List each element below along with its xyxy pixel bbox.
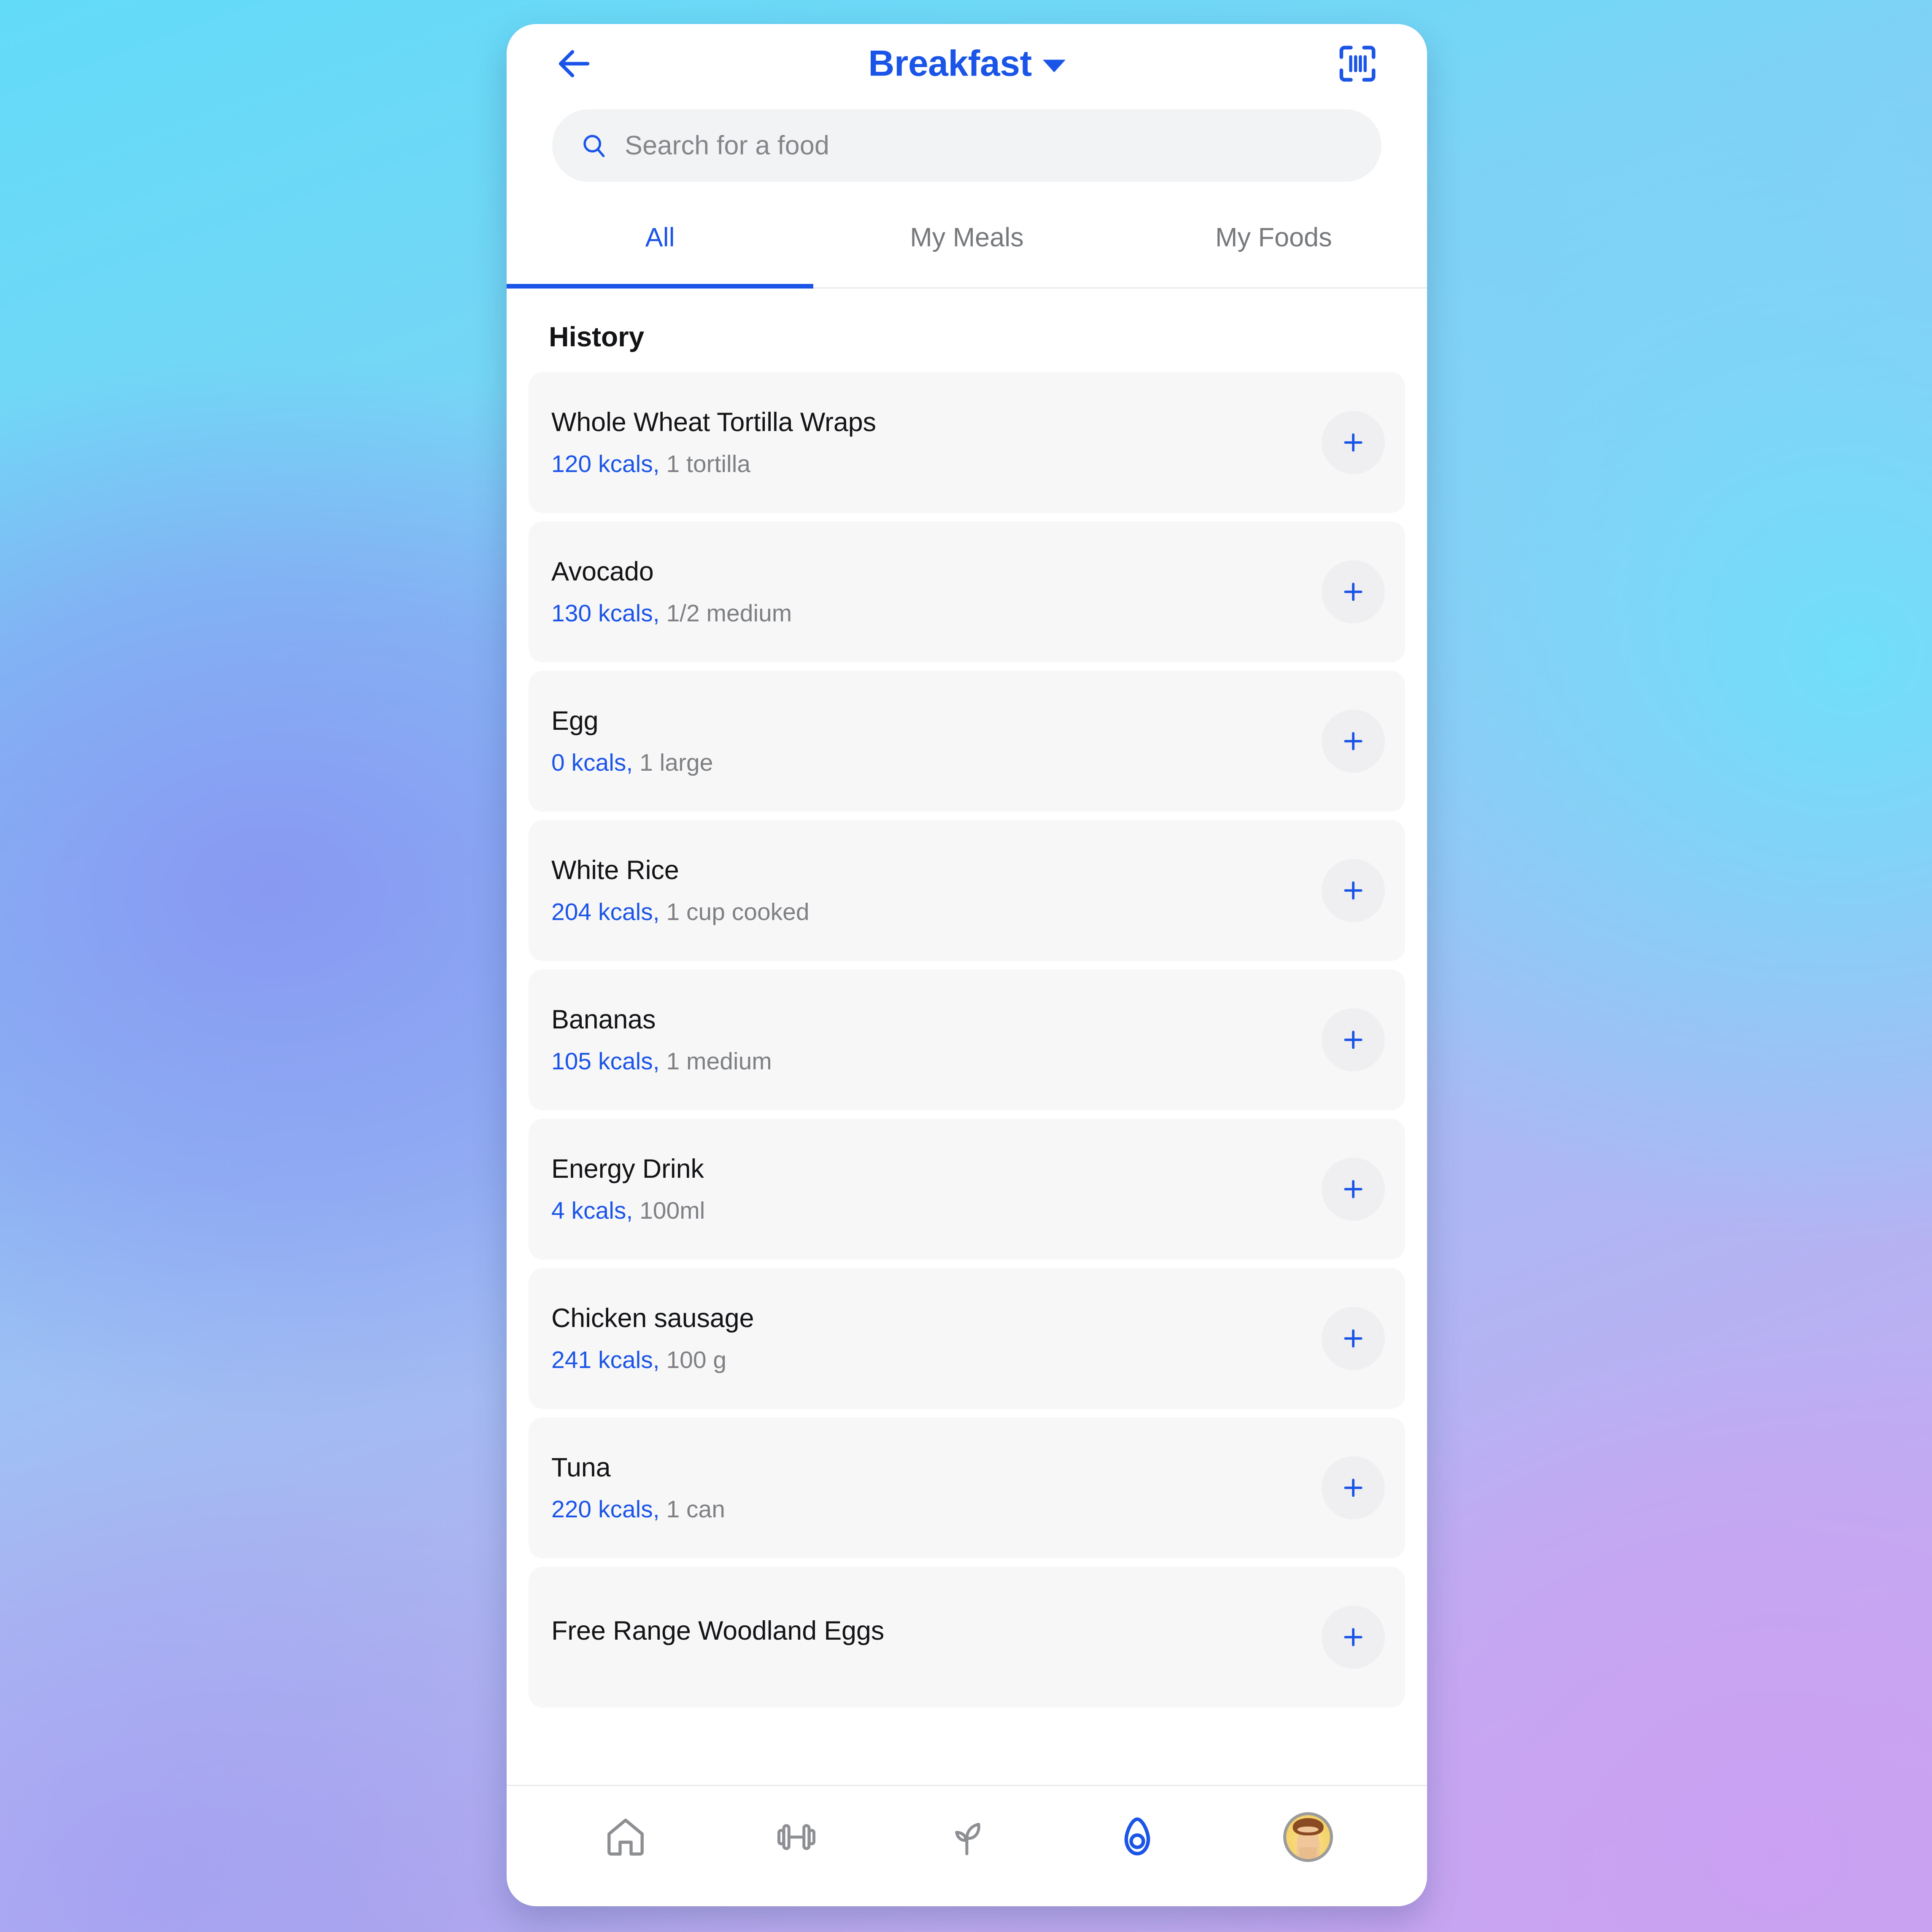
food-serving: 1 cup cooked bbox=[666, 899, 809, 926]
table-row[interactable]: Egg 0 kcals, 1 large bbox=[529, 671, 1405, 812]
food-serving: 1 medium bbox=[666, 1048, 772, 1075]
food-meta: 204 kcals, 1 cup cooked bbox=[551, 898, 1322, 926]
food-calories: 120 kcals, bbox=[551, 451, 660, 478]
table-row[interactable]: Chicken sausage 241 kcals, 100 g bbox=[529, 1268, 1405, 1409]
food-info: Egg 0 kcals, 1 large bbox=[551, 706, 1322, 777]
food-meta: 105 kcals, 1 medium bbox=[551, 1047, 1322, 1075]
food-name: Chicken sausage bbox=[551, 1303, 754, 1333]
barcode-scan-icon bbox=[1339, 46, 1376, 82]
chevron-down-icon bbox=[1042, 59, 1066, 72]
food-name: Tuna bbox=[551, 1453, 611, 1482]
food-name: White Rice bbox=[551, 855, 679, 885]
meal-type-selector[interactable]: Breakfast bbox=[507, 43, 1427, 85]
food-info: Tuna 220 kcals, 1 can bbox=[551, 1452, 1322, 1523]
add-food-button[interactable] bbox=[1322, 1158, 1385, 1221]
add-food-button[interactable] bbox=[1322, 1606, 1385, 1669]
tab-all[interactable]: All bbox=[507, 207, 814, 289]
food-name: Whole Wheat Tortilla Wraps bbox=[551, 407, 876, 437]
food-list[interactable]: History Whole Wheat Tortilla Wraps 120 k… bbox=[507, 289, 1427, 1785]
table-row[interactable]: Tuna 220 kcals, 1 can bbox=[529, 1417, 1405, 1558]
plus-icon bbox=[1344, 881, 1363, 900]
food-serving: 1 can bbox=[666, 1496, 725, 1523]
barcode-scan-button[interactable] bbox=[1332, 38, 1383, 89]
food-serving: 100 g bbox=[666, 1346, 727, 1373]
plus-icon bbox=[1344, 732, 1363, 750]
food-calories: 204 kcals, bbox=[551, 899, 660, 926]
add-food-button[interactable] bbox=[1322, 560, 1385, 623]
dumbbell-icon bbox=[777, 1824, 815, 1850]
food-name: Bananas bbox=[551, 1005, 656, 1034]
plus-icon bbox=[1344, 1479, 1363, 1497]
bottom-navigation bbox=[507, 1785, 1427, 1906]
search-placeholder: Search for a food bbox=[625, 131, 829, 160]
food-meta: 0 kcals, 1 large bbox=[551, 749, 1322, 777]
avatar-neck bbox=[1299, 1847, 1317, 1859]
food-serving: 1 large bbox=[640, 749, 713, 776]
food-info: Bananas 105 kcals, 1 medium bbox=[551, 1004, 1322, 1075]
table-row[interactable]: Bananas 105 kcals, 1 medium bbox=[529, 969, 1405, 1110]
food-calories: 130 kcals, bbox=[551, 600, 660, 627]
nav-item-nutrition[interactable] bbox=[925, 1799, 1009, 1875]
add-food-button[interactable] bbox=[1322, 710, 1385, 773]
tab-bar: All My Meals My Foods bbox=[507, 207, 1427, 289]
add-food-button[interactable] bbox=[1322, 411, 1385, 474]
table-row[interactable]: Energy Drink 4 kcals, 100ml bbox=[529, 1119, 1405, 1260]
section-title-history: History bbox=[549, 321, 644, 352]
food-calories: 220 kcals, bbox=[551, 1496, 660, 1523]
food-serving: 1/2 medium bbox=[666, 600, 792, 627]
search-icon bbox=[583, 135, 605, 157]
table-row[interactable]: Free Range Woodland Eggs bbox=[529, 1567, 1405, 1708]
food-calories: 0 kcals, bbox=[551, 749, 633, 776]
tab-my-foods[interactable]: My Foods bbox=[1120, 207, 1427, 287]
app-header: Breakfast bbox=[507, 24, 1427, 103]
food-meta: 4 kcals, 100ml bbox=[551, 1197, 1322, 1225]
table-row[interactable]: Avocado 130 kcals, 1/2 medium bbox=[529, 521, 1405, 662]
search-zone: Search for a food bbox=[507, 103, 1427, 188]
profile-avatar-icon bbox=[1283, 1812, 1333, 1862]
food-meta: 130 kcals, 1/2 medium bbox=[551, 599, 1322, 627]
food-meta: 241 kcals, 100 g bbox=[551, 1346, 1322, 1374]
food-meta: 120 kcals, 1 tortilla bbox=[551, 450, 1322, 478]
food-info: Whole Wheat Tortilla Wraps 120 kcals, 1 … bbox=[551, 407, 1322, 478]
table-row[interactable]: White Rice 204 kcals, 1 cup cooked bbox=[529, 820, 1405, 961]
add-food-button[interactable] bbox=[1322, 1307, 1385, 1370]
leaf-sprout-icon bbox=[955, 1822, 980, 1855]
food-info: Energy Drink 4 kcals, 100ml bbox=[551, 1154, 1322, 1225]
add-food-button[interactable] bbox=[1322, 1456, 1385, 1519]
food-info: Chicken sausage 241 kcals, 100 g bbox=[551, 1303, 1322, 1374]
avatar-hair bbox=[1292, 1818, 1324, 1836]
nav-item-profile[interactable] bbox=[1266, 1799, 1350, 1875]
plus-icon bbox=[1344, 1329, 1363, 1348]
plus-icon bbox=[1344, 433, 1363, 452]
table-row[interactable]: Whole Wheat Tortilla Wraps 120 kcals, 1 … bbox=[529, 372, 1405, 513]
add-food-button[interactable] bbox=[1322, 859, 1385, 922]
page-title: Breakfast bbox=[868, 43, 1032, 84]
food-name: Energy Drink bbox=[551, 1154, 704, 1184]
plus-icon bbox=[1344, 1628, 1363, 1646]
home-icon bbox=[607, 1818, 644, 1856]
food-calories: 105 kcals, bbox=[551, 1048, 660, 1075]
food-info: Free Range Woodland Eggs bbox=[551, 1616, 1322, 1659]
food-meta: 220 kcals, 1 can bbox=[551, 1495, 1322, 1523]
food-serving: 1 tortilla bbox=[666, 451, 751, 478]
food-calories: 4 kcals, bbox=[551, 1197, 633, 1224]
nav-item-workouts[interactable] bbox=[754, 1799, 839, 1875]
food-info: Avocado 130 kcals, 1/2 medium bbox=[551, 556, 1322, 627]
nav-item-food-log[interactable] bbox=[1095, 1799, 1179, 1875]
food-name: Avocado bbox=[551, 557, 654, 586]
food-calories: 241 kcals, bbox=[551, 1346, 660, 1373]
plus-icon bbox=[1344, 1031, 1363, 1049]
food-info: White Rice 204 kcals, 1 cup cooked bbox=[551, 855, 1322, 926]
add-food-button[interactable] bbox=[1322, 1008, 1385, 1071]
food-name: Egg bbox=[551, 706, 599, 736]
food-name: Free Range Woodland Eggs bbox=[551, 1616, 885, 1646]
avocado-icon bbox=[1125, 1817, 1150, 1855]
nav-item-home[interactable] bbox=[583, 1799, 668, 1875]
tab-my-meals[interactable]: My Meals bbox=[813, 207, 1120, 287]
app-card: Breakfast Search for a food All My Meals bbox=[507, 24, 1427, 1906]
search-input[interactable]: Search for a food bbox=[552, 109, 1382, 182]
plus-icon bbox=[1344, 1180, 1363, 1198]
food-serving: 100ml bbox=[640, 1197, 705, 1224]
plus-icon bbox=[1344, 583, 1363, 601]
